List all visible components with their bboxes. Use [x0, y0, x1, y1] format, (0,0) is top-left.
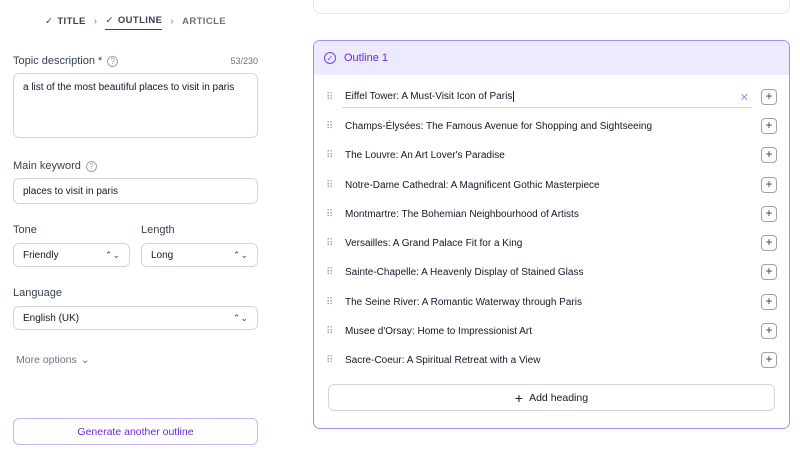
drag-handle-icon[interactable]: ⠿: [326, 92, 333, 103]
step-title[interactable]: ✓ TITLE: [45, 16, 86, 27]
chevron-updown-icon: ⌃⌄: [232, 312, 248, 323]
step-article[interactable]: ARTICLE: [182, 16, 226, 27]
add-subheading-button[interactable]: +: [761, 323, 777, 339]
topic-label-row: Topic description * ? 53/230: [13, 55, 258, 67]
length-select[interactable]: Long ⌃⌄: [141, 243, 258, 267]
chevron-right-icon: ›: [93, 15, 98, 27]
outline-title: Outline 1: [344, 52, 389, 64]
drag-handle-icon[interactable]: ⠿: [326, 238, 333, 249]
check-icon: ✓: [44, 15, 54, 27]
drag-handle-icon[interactable]: ⠿: [326, 355, 333, 366]
outline-header[interactable]: ✓ Outline 1: [314, 41, 789, 75]
drag-handle-icon[interactable]: ⠿: [326, 180, 333, 191]
add-subheading-button[interactable]: +: [761, 118, 777, 134]
add-heading-label: Add heading: [529, 391, 589, 404]
tone-value: Friendly: [23, 249, 59, 261]
clear-icon[interactable]: ✕: [740, 91, 749, 104]
heading-text[interactable]: Sainte-Chapelle: A Heavenly Display of S…: [345, 267, 583, 278]
length-label: Length: [141, 224, 175, 236]
heading-row[interactable]: ⠿ The Seine River: A Romantic Waterway t…: [314, 291, 789, 313]
generate-outline-button[interactable]: Generate another outline: [13, 418, 258, 445]
heading-row[interactable]: ⠿ Notre-Dame Cathedral: A Magnificent Go…: [314, 174, 789, 196]
drag-handle-icon[interactable]: ⠿: [326, 150, 333, 161]
heading-text[interactable]: Notre-Dame Cathedral: A Magnificent Goth…: [345, 180, 600, 191]
heading-row[interactable]: ⠿ Champs-Élysées: The Famous Avenue for …: [314, 115, 789, 137]
add-subheading-button[interactable]: +: [761, 294, 777, 310]
heading-row[interactable]: ⠿ Sacre-Coeur: A Spiritual Retreat with …: [314, 349, 789, 371]
language-value: English (UK): [23, 312, 80, 324]
step-article-label: ARTICLE: [182, 15, 227, 27]
heading-text[interactable]: Versailles: A Grand Palace Fit for a Kin…: [345, 238, 522, 249]
heading-text[interactable]: Montmartre: The Bohemian Neighbourhood o…: [345, 209, 579, 220]
keyword-label: Main keyword: [13, 160, 81, 172]
language-label: Language: [13, 287, 62, 299]
check-icon: ✓: [105, 15, 114, 26]
add-subheading-button[interactable]: +: [761, 235, 777, 251]
add-subheading-button[interactable]: +: [761, 206, 777, 222]
chevron-updown-icon: ⌃⌄: [104, 249, 120, 260]
heading-input[interactable]: Eiffel Tower: A Must-Visit Icon of Paris: [345, 91, 515, 103]
add-heading-button[interactable]: + Add heading: [328, 384, 775, 411]
step-outline[interactable]: ✓ OUTLINE: [105, 15, 163, 30]
heading-text[interactable]: The Louvre: An Art Lover's Paradise: [345, 150, 505, 161]
keyword-label-row: Main keyword ?: [13, 160, 97, 172]
chevron-right-icon: ›: [170, 15, 175, 27]
heading-row[interactable]: ⠿ Montmartre: The Bohemian Neighbourhood…: [314, 203, 789, 225]
previous-outline-card: [313, 0, 790, 14]
topic-textarea[interactable]: a list of the most beautiful places to v…: [13, 73, 258, 138]
more-options-label: More options: [16, 354, 77, 366]
help-icon[interactable]: ?: [107, 55, 119, 67]
drag-handle-icon[interactable]: ⠿: [326, 121, 333, 132]
drag-handle-icon[interactable]: ⠿: [326, 297, 333, 308]
drag-handle-icon[interactable]: ⠿: [326, 209, 333, 220]
step-outline-label: OUTLINE: [117, 15, 163, 26]
outline-card: ✓ Outline 1 ⠿ Eiffel Tower: A Must-Visit…: [313, 40, 790, 429]
progress-stepper: ✓ TITLE › ✓ OUTLINE › ARTICLE: [0, 12, 271, 30]
check-circle-icon: ✓: [324, 52, 336, 64]
add-subheading-button[interactable]: +: [761, 352, 777, 368]
chevron-down-icon: ⌄: [80, 354, 90, 366]
add-subheading-button[interactable]: +: [761, 177, 777, 193]
heading-text[interactable]: The Seine River: A Romantic Waterway thr…: [345, 297, 582, 308]
more-options-toggle[interactable]: More options ⌄: [16, 354, 90, 366]
heading-row[interactable]: ⠿ Versailles: A Grand Palace Fit for a K…: [314, 232, 789, 254]
character-counter: 53/230: [230, 56, 258, 66]
drag-handle-icon[interactable]: ⠿: [326, 267, 333, 278]
drag-handle-icon[interactable]: ⠿: [326, 326, 333, 337]
tone-select[interactable]: Friendly ⌃⌄: [13, 243, 130, 267]
chevron-updown-icon: ⌃⌄: [232, 249, 248, 260]
length-value: Long: [151, 249, 174, 261]
heading-text[interactable]: Sacre-Coeur: A Spiritual Retreat with a …: [345, 355, 540, 366]
add-subheading-button[interactable]: +: [761, 89, 777, 105]
heading-row[interactable]: ⠿ Eiffel Tower: A Must-Visit Icon of Par…: [314, 86, 789, 108]
heading-row[interactable]: ⠿ The Louvre: An Art Lover's Paradise +: [314, 144, 789, 166]
language-select[interactable]: English (UK) ⌃⌄: [13, 306, 258, 330]
add-subheading-button[interactable]: +: [761, 147, 777, 163]
heading-row[interactable]: ⠿ Sainte-Chapelle: A Heavenly Display of…: [314, 261, 789, 283]
topic-label: Topic description *: [13, 55, 103, 67]
heading-row[interactable]: ⠿ Musee d'Orsay: Home to Impressionist A…: [314, 320, 789, 342]
tone-label: Tone: [13, 224, 37, 236]
add-subheading-button[interactable]: +: [761, 264, 777, 280]
plus-icon: +: [514, 389, 524, 406]
help-icon[interactable]: ?: [85, 160, 97, 172]
heading-text[interactable]: Musee d'Orsay: Home to Impressionist Art: [345, 326, 532, 337]
text-caret: [513, 91, 515, 103]
heading-text[interactable]: Champs-Élysées: The Famous Avenue for Sh…: [345, 121, 652, 132]
keyword-input[interactable]: places to visit in paris: [13, 178, 258, 204]
step-title-label: TITLE: [57, 15, 86, 27]
